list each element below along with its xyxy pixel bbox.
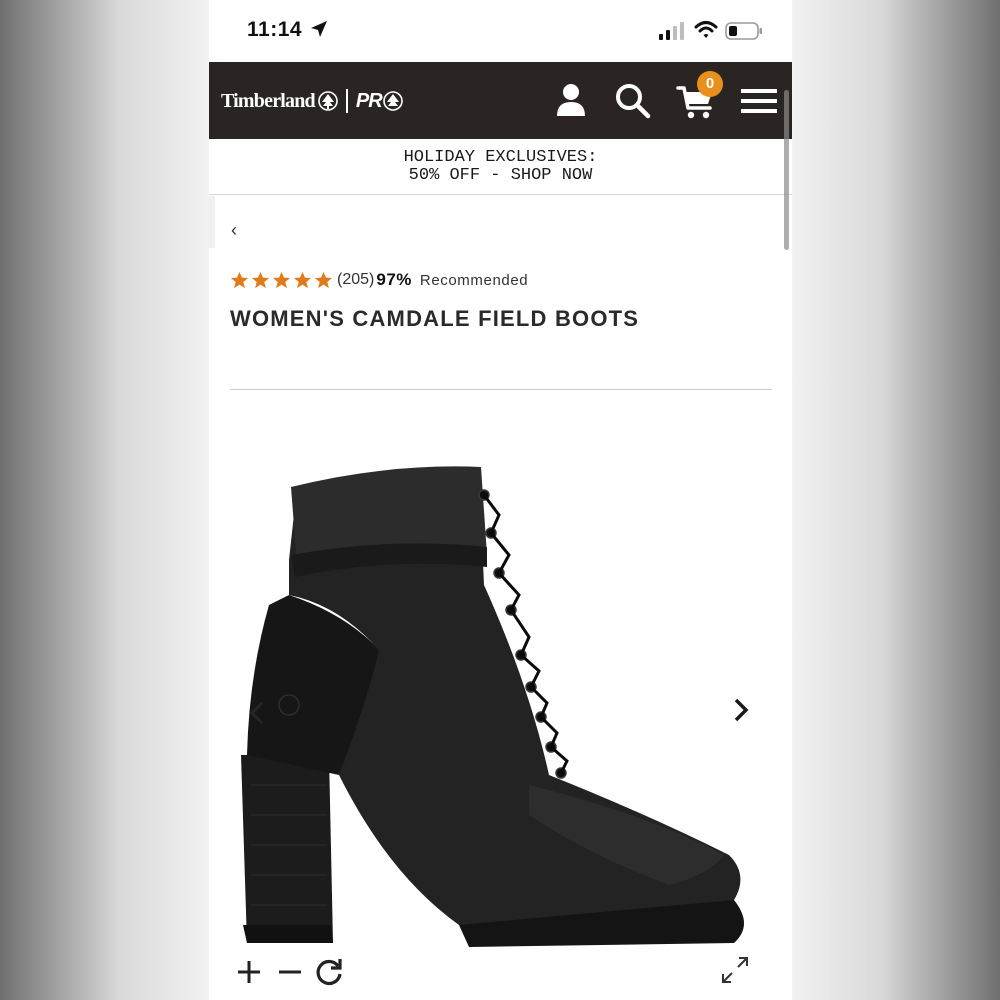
pro-tree-logo-icon [382,91,403,111]
promo-line-1: HOLIDAY EXCLUSIVES: [403,148,598,167]
chevron-left-icon[interactable] [249,700,265,726]
recommend-percent: 97% [376,270,412,289]
title-divider [230,389,772,390]
product-rating[interactable]: (205) 97% Recommended [230,268,528,292]
status-bar: 11:14 [209,0,792,62]
location-arrow-icon [311,21,327,37]
zoom-out-icon[interactable] [277,958,303,986]
top-nav: Timberland PR 0 [209,62,792,139]
promo-line-2: 50% OFF - SHOP NOW [408,166,593,185]
product-title: WOMEN'S CAMDALE FIELD BOOTS [230,306,640,331]
expand-icon[interactable] [720,955,750,985]
cart-count-badge: 0 [697,71,723,97]
logo-divider [345,89,348,113]
chevron-right-icon[interactable] [731,697,751,723]
promo-banner[interactable]: HOLIDAY EXCLUSIVES: 50% OFF - SHOP NOW [209,139,792,195]
zoom-in-icon[interactable] [235,958,263,986]
logo-text: Timberland [221,89,316,112]
content-edge [209,196,215,248]
back-button[interactable]: ‹ [231,220,245,240]
star-icon [230,271,249,288]
logo-pro-text: PR [355,89,383,112]
status-time: 11:14 [247,18,303,41]
star-icon [293,271,312,288]
menu-icon[interactable] [741,88,777,114]
page-scrollbar[interactable] [784,90,789,250]
user-icon[interactable] [555,82,587,118]
reset-zoom-icon[interactable] [314,957,344,987]
tree-logo-icon [318,91,338,111]
star-icon [251,271,270,288]
review-count: (205) [337,271,375,288]
cellular-signal-icon [659,22,684,40]
wifi-icon [694,21,718,38]
phone-screen: 11:14 Timberland PR 0 HOLIDAY EXCLUSIVES… [209,0,792,1000]
battery-icon [725,22,762,40]
recommend-label: Recommended [419,271,529,289]
star-icon [314,271,333,288]
product-image[interactable] [229,455,759,955]
search-icon[interactable] [615,83,651,119]
star-icon [272,271,291,288]
timberland-pro-logo[interactable]: Timberland PR [221,86,403,116]
